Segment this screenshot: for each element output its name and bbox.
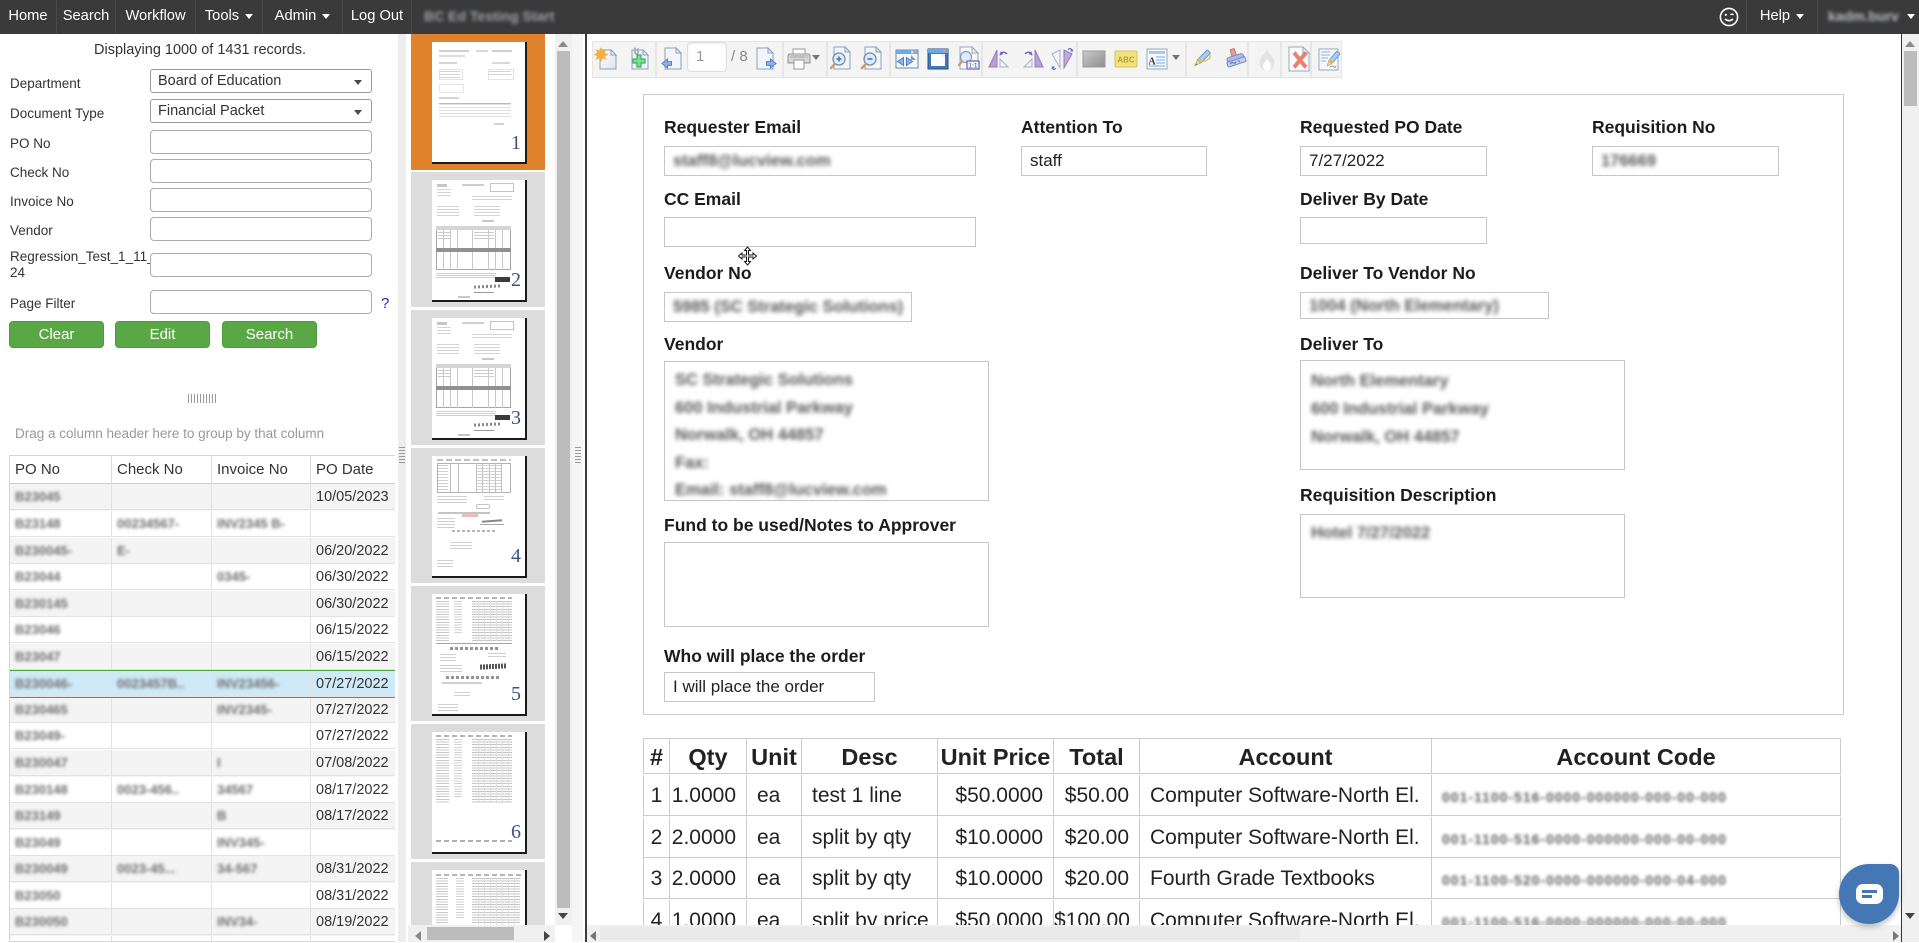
svg-text:A: A xyxy=(1148,57,1156,68)
svg-text:ABC: ABC xyxy=(1117,56,1135,65)
svg-text:1:1: 1:1 xyxy=(968,63,977,70)
